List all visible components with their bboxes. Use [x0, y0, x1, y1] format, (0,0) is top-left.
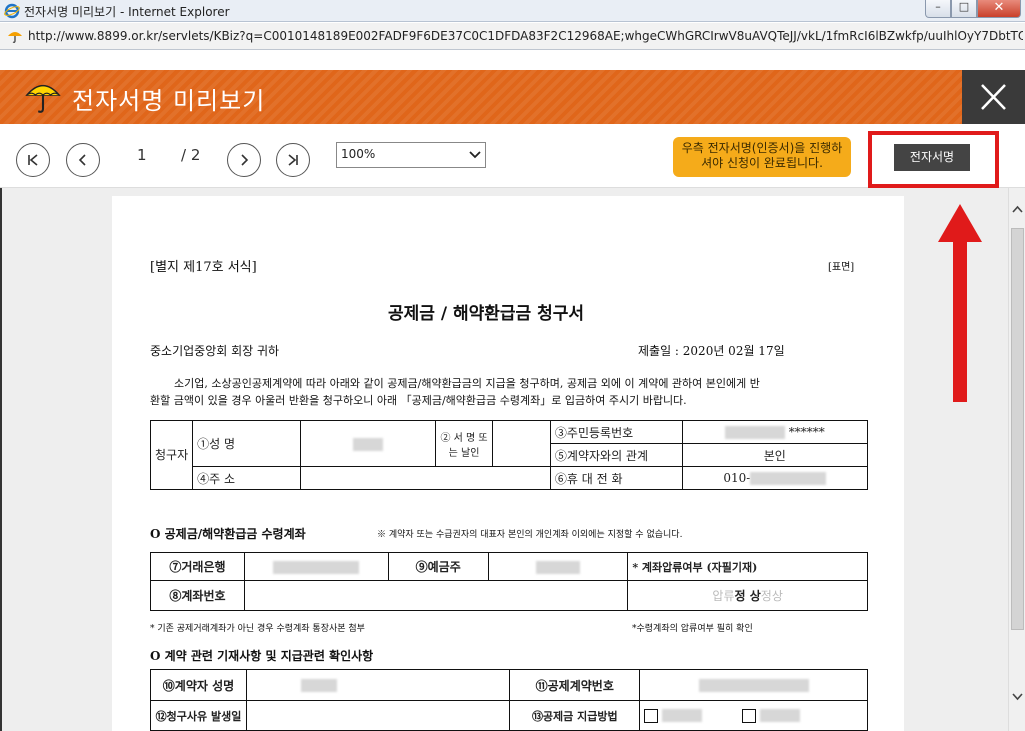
red-arrow-annotation: [938, 204, 982, 402]
popup-close-button[interactable]: [962, 70, 1025, 124]
total-pages: / 2: [181, 146, 201, 164]
zoom-select[interactable]: 100%: [336, 142, 486, 168]
contract-section-title: O 계약 관련 기재사항 및 지급관련 확인사항: [150, 649, 374, 663]
first-page-button[interactable]: [16, 143, 50, 177]
resident-no-label: ③주민등록번호: [549, 420, 683, 444]
last-page-button[interactable]: [276, 143, 310, 177]
viewer-scrollbar[interactable]: [1008, 188, 1025, 731]
footnote-right: *수령계좌의 압류여부 필히 확인: [632, 624, 753, 634]
sign-notice: 우측 전자서명(인증서)을 진행하셔야 신청이 완료됩니다.: [673, 137, 851, 177]
phone-label: ⑥휴 대 전 화: [549, 466, 683, 490]
account-no-value: [243, 580, 629, 611]
relation-value: 본인: [681, 443, 869, 467]
seizure-bg-text: 압류: [712, 589, 735, 603]
contract-no-value: [639, 669, 868, 701]
side-label: [표면]: [828, 262, 855, 273]
popup-title: 전자서명 미리보기: [72, 87, 266, 115]
contractor-label: ⑩계약자 성명: [150, 669, 247, 701]
document-viewer[interactable]: [별지 제17호 서식] [표면] 공제금 / 해약환급금 청구서 중소기업중앙…: [0, 188, 1008, 731]
zoom-value: 100%: [341, 147, 376, 161]
payment-method-value: [639, 700, 868, 731]
chevron-down-icon: [469, 151, 481, 159]
maximize-button[interactable]: □: [951, 0, 977, 18]
resident-no-value: ******: [681, 420, 869, 444]
name-label: ①성 명: [192, 420, 301, 467]
footnote-left: * 기존 공제거래계좌가 아닌 경우 수령계좌 통장사본 첨부: [150, 624, 365, 634]
phone-prefix: 010-: [723, 471, 751, 485]
scroll-up-icon[interactable]: [1012, 205, 1023, 213]
depositor-value: [487, 552, 629, 581]
account-note: ※ 계약자 또는 수급권자의 대표자 본인의 개인계좌 이외에는 지정할 수 없…: [377, 530, 683, 540]
prev-page-button[interactable]: [66, 143, 100, 177]
name-value: [299, 420, 436, 467]
contractor-value: [245, 669, 511, 701]
payment-method-label: ⑬공제금 지급방법: [509, 700, 641, 731]
relation-label: ⑤계약자와의 관계: [549, 443, 683, 467]
intro-line-2: 환할 금액이 있을 경우 아울러 반환을 청구하오니 아래 「공제금/해약환급금…: [150, 394, 687, 407]
seizure-label: * 계좌압류여부 (자필기재): [627, 552, 868, 581]
umbrella-favicon-icon: [8, 32, 22, 43]
next-page-icon: [241, 154, 249, 166]
umbrella-icon: [25, 84, 61, 113]
recipient: 중소기업중앙회 회장 귀하: [150, 344, 280, 358]
window-close-button[interactable]: ✕: [977, 0, 1021, 18]
next-page-button[interactable]: [227, 143, 261, 177]
intro-line-1: 소기업, 소상공인공제계약에 따라 아래와 같이 공제금/해약환급금의 지급을 …: [174, 377, 760, 390]
window-titlebar: 전자서명 미리보기 - Internet Explorer – □ ✕: [0, 0, 1025, 22]
document-title: 공제금 / 해약환급금 청구서: [388, 304, 585, 324]
scroll-down-icon[interactable]: [1012, 693, 1023, 701]
sign-button-highlight: [868, 131, 999, 188]
contract-table: ⑩계약자 성명 ⑪공제계약번호 ⑫청구사유 발생일 ⑬공제금 지급방법: [150, 669, 868, 731]
minimize-button[interactable]: –: [925, 0, 951, 18]
document-page: [별지 제17호 서식] [표면] 공제금 / 해약환급금 청구서 중소기업중앙…: [112, 196, 904, 731]
ie-icon: [4, 3, 20, 19]
account-section-title: O 공제금/해약환급금 수령계좌: [150, 527, 306, 541]
scrollbar-thumb[interactable]: [1011, 228, 1024, 630]
bank-label: ⑦거래은행: [150, 552, 245, 581]
last-page-icon: [288, 154, 298, 166]
payment-option-checkbox[interactable]: [644, 708, 659, 723]
seizure-value: 압류정 상정상: [627, 580, 868, 611]
depositor-label: ⑨예금주: [387, 552, 489, 581]
current-page-number[interactable]: 1: [137, 146, 147, 164]
phone-value: 010-: [681, 466, 869, 490]
address-bar[interactable]: http://www.8899.or.kr/servlets/KBiz?q=C0…: [0, 23, 1025, 50]
bank-value: [243, 552, 389, 581]
account-table: ⑦거래은행 ⑨예금주 * 계좌압류여부 (자필기재) ⑧계좌번호 압류정 상정상: [150, 552, 868, 611]
account-no-label: ⑧계좌번호: [150, 580, 245, 611]
popup-header: 전자서명 미리보기: [0, 70, 1025, 124]
prev-page-icon: [78, 154, 86, 166]
claimant-label: 청구자: [149, 420, 194, 490]
occurrence-value: [245, 700, 511, 731]
url-text[interactable]: http://www.8899.or.kr/servlets/KBiz?q=C0…: [28, 29, 1023, 43]
claimant-table: 청구자 ①성 명 ② 서 명 또는 날인 ③주민등록번호 ****** ⑤계약자…: [149, 420, 869, 490]
address-value: [299, 466, 551, 490]
submit-date: 제출일 : 2020년 02월 17일: [638, 344, 785, 358]
address-label: ④주 소: [192, 466, 301, 490]
form-code: [별지 제17호 서식]: [150, 260, 257, 275]
payment-option-checkbox[interactable]: [741, 708, 756, 723]
window-title: 전자서명 미리보기 - Internet Explorer: [24, 5, 230, 19]
occurrence-label: ⑫청구사유 발생일: [150, 700, 247, 731]
signature-label: ② 서 명 또는 날인: [434, 420, 494, 467]
contract-no-label: ⑪공제계약번호: [509, 669, 641, 701]
seizure-tail-text: 정상: [760, 589, 783, 603]
first-page-icon: [28, 154, 38, 166]
close-icon: [981, 84, 1006, 110]
resident-no-masked: ******: [788, 425, 825, 439]
signature-cell: [492, 420, 551, 467]
seizure-value-text: 정 상: [734, 589, 761, 603]
